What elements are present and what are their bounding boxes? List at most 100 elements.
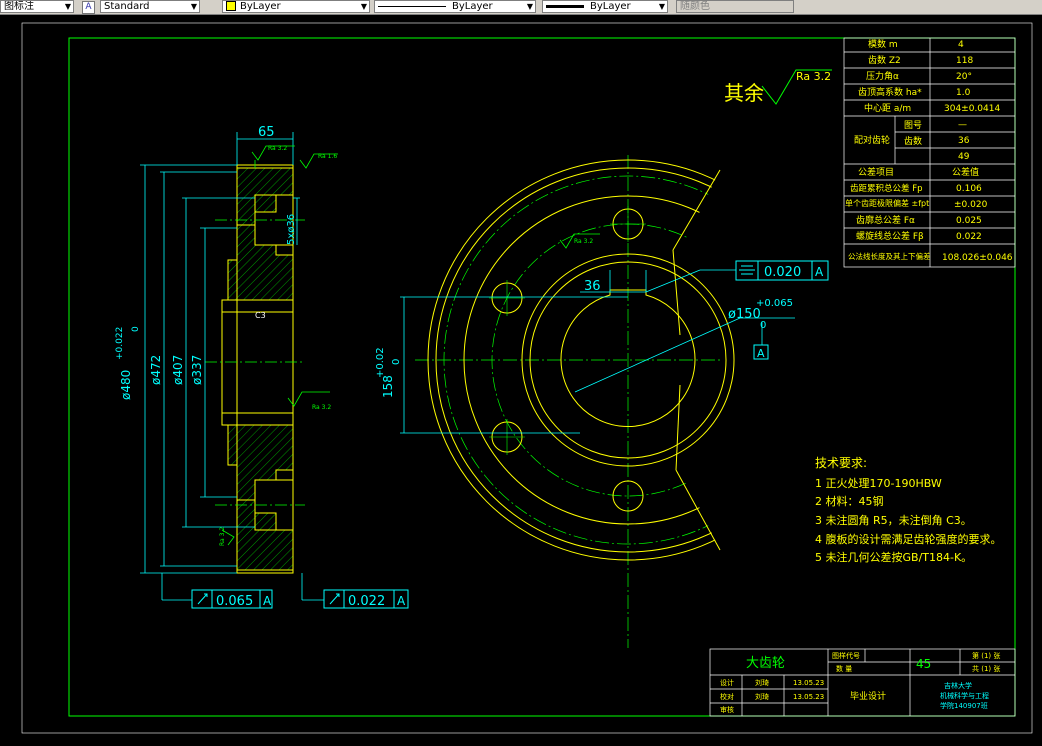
textstyle-value: Standard <box>104 1 150 12</box>
param-value-1: 118 <box>956 56 973 66</box>
param-label-11: 齿廓总公差 Fα <box>856 214 915 226</box>
param-value-6: 36 <box>958 136 970 146</box>
bore-dim: ø150 <box>728 307 761 322</box>
count-label: 数 量 <box>836 664 852 673</box>
tech-req-line-5: 5 未注几何公差按GB/T184-K。 <box>815 550 972 564</box>
chevron-down-icon[interactable]: ▼ <box>659 1 665 12</box>
param-value-4: 304±0.0414 <box>944 104 1000 114</box>
param-label-0: 模数 m <box>868 38 898 50</box>
school-line-2: 机械科学与工程 <box>940 691 989 700</box>
param-label-5: 图号 <box>904 120 922 131</box>
symmetry-icon <box>739 265 755 275</box>
front-view: 36 ø150 +0.065 0 158 +0.02 0 A 0.020 A R… <box>375 155 829 648</box>
color-combo[interactable]: ByLayer ▼ <box>222 0 370 13</box>
param-label-9: 齿距累积总公差 Fp <box>850 183 923 194</box>
dimstyle-combo[interactable]: 图标注 ▼ <box>0 0 74 13</box>
param-value-2: 20° <box>956 72 972 82</box>
fcf-sym-value: 0.020 <box>764 265 801 280</box>
param-value-5: — <box>958 120 967 130</box>
param-label-6: 齿数 <box>904 135 922 147</box>
fcf-right-value: 0.022 <box>348 594 385 609</box>
ra-mark-top: Ra 3.2 <box>268 145 287 152</box>
plotstyle-combo: 随颜色 <box>676 0 794 13</box>
datum-a-label: A <box>757 347 765 360</box>
tech-requirements: 技术要求: 1 正火处理170-190HBW 2 材料：45钢 3 未注圆角 R… <box>815 456 1002 564</box>
textstyle-icon[interactable]: A <box>82 1 95 14</box>
check-label: 校对 <box>720 692 734 701</box>
bore-tol-lower: 0 <box>760 320 766 331</box>
ra-mark-front: Ra 3.2 <box>574 238 593 245</box>
side-diam-main: ø480 <box>119 370 133 400</box>
textstyle-combo[interactable]: Standard ▼ <box>100 0 200 13</box>
tech-req-line-4: 4 腹板的设计需满足齿轮强度的要求。 <box>815 532 1002 546</box>
side-diam-337: ø337 <box>190 355 204 385</box>
runout-arrow-icon <box>197 593 208 605</box>
sheet-no: 第 (1) 张 <box>972 651 1000 660</box>
plotstyle-value: 随颜色 <box>680 1 710 12</box>
ra-mark-bottom: Ra 3.2 <box>219 527 226 546</box>
param-value-12: 0.022 <box>956 232 982 242</box>
lineweight-value: ByLayer <box>590 1 631 12</box>
fcf-left-value: 0.065 <box>216 594 253 609</box>
material-value: 45 <box>916 657 931 671</box>
param-label-2: 压力角α <box>866 70 899 82</box>
param-label-10: 单个齿距极限偏差 ±fpt <box>845 198 929 208</box>
param-group-label: 配对齿轮 <box>854 134 890 146</box>
param-value-13: 108.026±0.046 <box>942 253 1013 263</box>
review-label: 审核 <box>720 705 734 714</box>
chevron-down-icon[interactable]: ▼ <box>527 1 533 12</box>
side-diam-472: ø472 <box>149 355 163 385</box>
param-table-text: 模数 m 4 齿数 Z2 118 压力角α 20° 齿顶高系数 ha* 1.0 … <box>845 38 1013 263</box>
fcf-sym-datum: A <box>815 265 824 279</box>
param-value-7: 49 <box>958 152 970 162</box>
lineweight-preview-icon <box>546 4 584 8</box>
side-section-view: C3 65 5xø36 ø480 +0.022 0 ø472 ø407 ø337… <box>115 125 409 609</box>
fcf-right-datum: A <box>397 594 406 608</box>
tech-req-line-2: 2 材料：45钢 <box>815 494 884 508</box>
other-roughness-label: 其余 <box>724 81 764 105</box>
design-date: 13.05.23 <box>793 679 824 687</box>
fcf-symmetry: 0.020 A <box>735 260 829 281</box>
side-diam-407: ø407 <box>171 355 185 385</box>
project-label: 毕业设计 <box>850 690 886 702</box>
ra-mark-16: Ra 1.6 <box>318 153 337 160</box>
tech-req-line-3: 3 未注圆角 R5，未注倒角 C3。 <box>815 513 972 527</box>
param-value-11: 0.025 <box>956 216 982 226</box>
param-value-9: 0.106 <box>956 184 982 194</box>
side-diam-tol-upper: +0.022 <box>115 327 125 360</box>
part-name: 大齿轮 <box>746 656 785 671</box>
designer-name: 刘琦 <box>755 678 769 687</box>
cad-model-space[interactable]: 模数 m 4 齿数 Z2 118 压力角α 20° 齿顶高系数 ha* 1.0 … <box>0 15 1042 742</box>
side-hole-dim: 5xø36 <box>286 214 297 245</box>
runout-arrow-icon <box>329 593 340 605</box>
properties-toolbar: 图标注 ▼ A Standard ▼ ByLayer ▼ ByLayer ▼ B… <box>0 0 1042 15</box>
web-hatch-bottom <box>227 424 294 501</box>
school-line-3: 学院140907班 <box>940 701 988 710</box>
ra-mark-web: Ra 3.2 <box>312 404 331 411</box>
param-value-3: 1.0 <box>956 88 971 98</box>
chevron-down-icon[interactable]: ▼ <box>361 1 367 12</box>
param-label-13: 公法线长度及其上下偏差 <box>848 251 931 261</box>
side-width-dim: 65 <box>258 125 275 140</box>
linetype-value: ByLayer <box>452 1 493 12</box>
drawing-canvas[interactable]: 模数 m 4 齿数 Z2 118 压力角α 20° 齿顶高系数 ha* 1.0 … <box>0 15 1042 742</box>
param-label-8: 公差项目 <box>858 166 894 178</box>
check-date: 13.05.23 <box>793 693 824 701</box>
keyway-tol-upper: +0.02 <box>375 347 386 378</box>
chevron-down-icon[interactable]: ▼ <box>191 1 197 12</box>
other-roughness-value: Ra 3.2 <box>796 70 831 83</box>
param-label-1: 齿数 Z2 <box>868 54 901 66</box>
param-label-12: 螺旋线总公差 Fβ <box>856 230 924 242</box>
chevron-down-icon[interactable]: ▼ <box>65 1 71 12</box>
keyway-tol-lower: 0 <box>391 359 402 365</box>
linetype-combo[interactable]: ByLayer ▼ <box>374 0 536 13</box>
dimstyle-value: 图标注 <box>4 1 34 12</box>
fcf-left-datum: A <box>263 594 272 608</box>
param-label-3: 齿顶高系数 ha* <box>858 86 922 98</box>
title-block-text: 大齿轮 图样代号 数 量 45 第 (1) 张 共 (1) 张 设计 校对 审核… <box>720 651 1000 714</box>
rim-hatch-top <box>236 167 294 226</box>
web-hatch-top <box>227 224 294 301</box>
param-label-4: 中心距 a/m <box>864 102 911 114</box>
design-label: 设计 <box>720 678 734 687</box>
lineweight-combo[interactable]: ByLayer ▼ <box>542 0 668 13</box>
